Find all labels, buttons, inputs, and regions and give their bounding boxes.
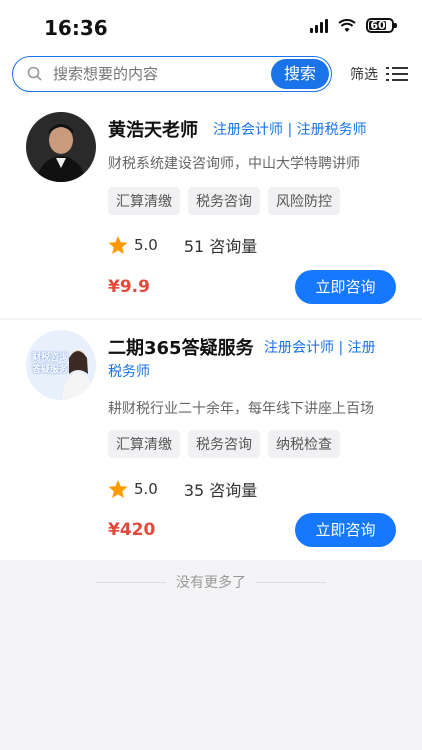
- star-icon: [108, 235, 128, 254]
- tag: 汇算清缴: [108, 187, 180, 215]
- consultant-name: 二期365答疑服务: [108, 338, 254, 359]
- filter-label: 筛选: [350, 67, 378, 83]
- end-of-list-text: 没有更多了: [176, 575, 246, 591]
- wifi-icon: [338, 18, 356, 32]
- search-input[interactable]: [51, 64, 275, 84]
- consult-now-button[interactable]: 立即咨询: [295, 270, 396, 304]
- status-icons: 60: [310, 18, 397, 33]
- tag: 税务咨询: [188, 430, 260, 458]
- divider: [256, 582, 326, 583]
- consultant-name: 黄浩天老师: [108, 120, 198, 141]
- avatar[interactable]: 财税咨询 答疑服务: [26, 330, 96, 400]
- search-box[interactable]: 搜索: [12, 56, 332, 92]
- status-time: 16:36: [44, 16, 108, 40]
- consultant-description: 耕财税行业二十余年，每年线下讲座上百场: [108, 401, 374, 417]
- star-icon: [108, 479, 128, 498]
- search-bar: 搜索 筛选: [0, 52, 422, 100]
- consultant-qualifications-line2: 税务师: [108, 364, 150, 380]
- battery-level: 60: [370, 19, 386, 32]
- rating-value: 5.0: [134, 236, 158, 254]
- consultant-card[interactable]: 财税咨询 答疑服务 二期365答疑服务 注册会计师 | 注册 税务师 耕财税行业…: [0, 320, 422, 560]
- status-bar: 16:36 60: [0, 0, 422, 52]
- consultant-qualifications: 注册会计师 | 注册税务师: [213, 122, 367, 138]
- price: ¥9.9: [108, 277, 150, 297]
- tag: 税务咨询: [188, 187, 260, 215]
- tag-list: 汇算清缴 税务咨询 风险防控: [108, 187, 340, 215]
- tag: 风险防控: [268, 187, 340, 215]
- signal-icon: [310, 18, 328, 33]
- tag: 纳税检查: [268, 430, 340, 458]
- battery-icon: 60: [366, 18, 397, 33]
- rating-value: 5.0: [134, 480, 158, 498]
- search-button[interactable]: 搜索: [271, 59, 329, 89]
- price: ¥420: [108, 520, 156, 540]
- avatar-caption: 财税咨询 答疑服务: [32, 353, 69, 375]
- consult-count: 51 咨询量: [183, 237, 258, 256]
- rating-row: 5.0 35 咨询量: [108, 477, 257, 501]
- consultant-qualifications-line1: 注册会计师 | 注册: [264, 340, 376, 356]
- consult-count: 35 咨询量: [183, 481, 258, 500]
- filter-button[interactable]: 筛选: [350, 64, 408, 84]
- consultant-description: 财税系统建设咨询师，中山大学特聘讲师: [108, 156, 360, 172]
- search-icon: [27, 66, 42, 81]
- filter-list-icon: [386, 67, 408, 81]
- tag-list: 汇算清缴 税务咨询 纳税检查: [108, 430, 340, 458]
- rating-row: 5.0 51 咨询量: [108, 233, 257, 257]
- consultant-card[interactable]: 黄浩天老师 注册会计师 | 注册税务师 财税系统建设咨询师，中山大学特聘讲师 汇…: [0, 100, 422, 318]
- consult-now-button[interactable]: 立即咨询: [295, 513, 396, 547]
- avatar[interactable]: [26, 112, 96, 182]
- tag: 汇算清缴: [108, 430, 180, 458]
